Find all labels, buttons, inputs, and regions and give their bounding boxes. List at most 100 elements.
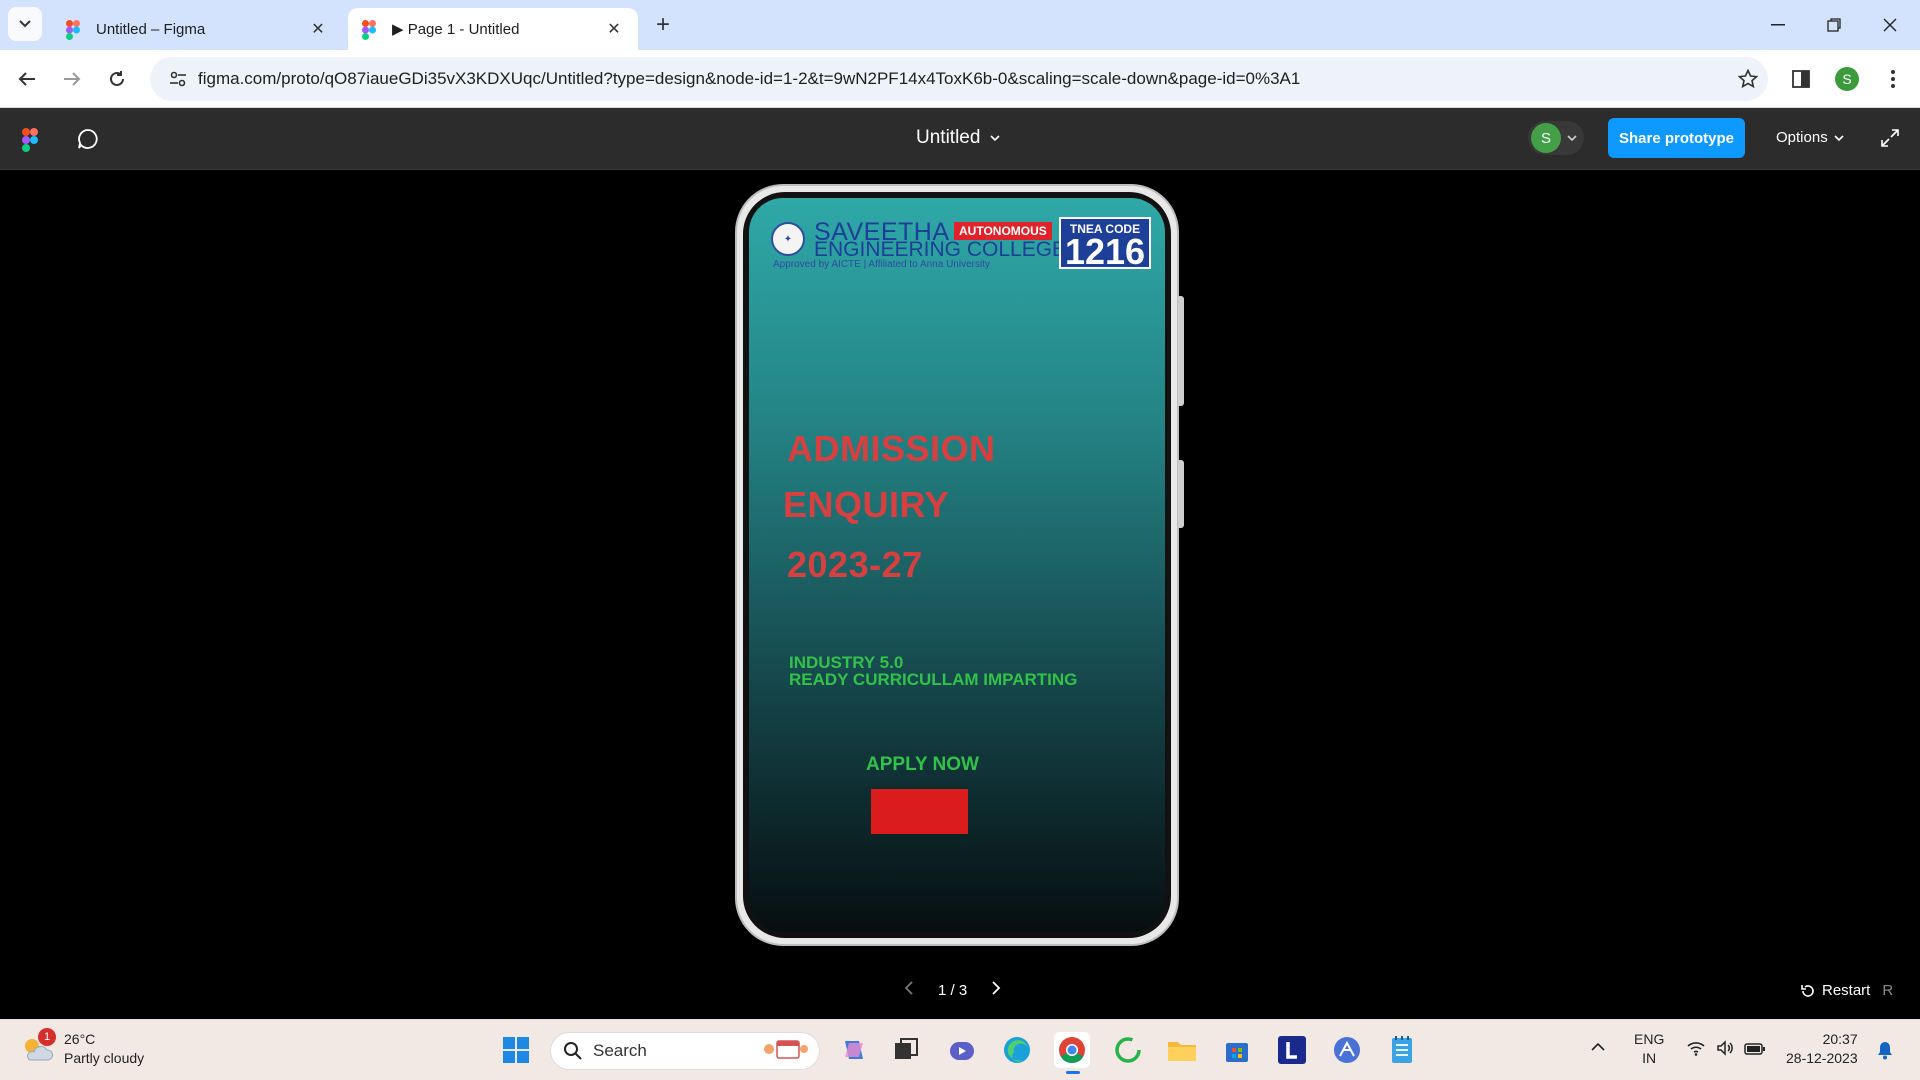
- figma-favicon-icon: [362, 20, 378, 40]
- prototype-frame[interactable]: ✦ SAVEETHA AUTONOMOUS ENGINEERING COLLEG…: [749, 198, 1165, 932]
- partly-cloudy-icon: 1: [20, 1028, 56, 1064]
- chevron-up-icon: [1591, 1042, 1605, 1051]
- input-language-indicator[interactable]: ENG IN: [1634, 1030, 1664, 1068]
- restore-icon: [1827, 18, 1841, 32]
- apply-now-button[interactable]: [871, 789, 968, 834]
- arrow-right-icon: [64, 72, 81, 86]
- chrome-browser-icon[interactable]: [1054, 1032, 1090, 1074]
- wifi-icon: [1687, 1042, 1705, 1056]
- microsoft-store-icon[interactable]: [1219, 1032, 1255, 1068]
- forward-button[interactable]: [55, 62, 89, 96]
- url-text[interactable]: figma.com/proto/qO87iaueGDi35vX3KDXUqc/U…: [198, 69, 1728, 89]
- more-vertical-icon: [1891, 70, 1895, 88]
- chevron-down-icon: [19, 20, 31, 28]
- search-placeholder: Search: [593, 1041, 647, 1060]
- system-tray-status[interactable]: [1686, 1040, 1766, 1056]
- headline-admission: ADMISSION: [787, 428, 996, 469]
- task-view-icon[interactable]: [888, 1032, 924, 1068]
- arrow-left-icon: [18, 72, 35, 86]
- previous-frame-button[interactable]: [904, 980, 914, 1000]
- prototype-page-nav: 1 / 3: [904, 980, 1001, 1000]
- reload-button[interactable]: [100, 62, 134, 96]
- weather-widget[interactable]: 1 26°C Partly cloudy: [20, 1028, 145, 1068]
- chevron-down-icon: [1567, 135, 1577, 141]
- tab-search-button[interactable]: [8, 7, 42, 41]
- back-button[interactable]: [10, 62, 44, 96]
- phone-side-button: [1178, 460, 1184, 528]
- next-frame-button[interactable]: [991, 980, 1001, 1000]
- windows-taskbar: 1 26°C Partly cloudy Search ENG IN 20:37…: [0, 1019, 1920, 1080]
- vpn-app-icon[interactable]: [1329, 1032, 1365, 1068]
- clock-time: 20:37: [1822, 1031, 1858, 1047]
- file-title-menu[interactable]: Untitled: [916, 127, 1000, 149]
- volume-icon: [1717, 1040, 1733, 1056]
- options-menu[interactable]: Options: [1776, 129, 1844, 146]
- site-settings-icon[interactable]: [158, 71, 198, 87]
- tagline-curriculum: READY CURRICULLAM IMPARTING: [789, 670, 1078, 689]
- battery-icon: [1744, 1043, 1765, 1055]
- side-panel-button[interactable]: [1784, 62, 1818, 96]
- phone-side-button: [1178, 296, 1184, 406]
- temperature: 26°C: [64, 1031, 96, 1047]
- l-app-icon[interactable]: [1274, 1032, 1310, 1068]
- clock[interactable]: 20:37 28-12-2023: [1786, 1030, 1858, 1068]
- multiplayer-avatar-menu[interactable]: S: [1528, 121, 1584, 155]
- headline-enquiry: ENQUIRY: [783, 484, 950, 525]
- close-window-button[interactable]: [1862, 0, 1918, 50]
- share-prototype-button[interactable]: Share prototype: [1608, 118, 1745, 158]
- show-hidden-icons-button[interactable]: [1591, 1038, 1605, 1057]
- copilot-icon[interactable]: [836, 1032, 872, 1068]
- bell-icon: [1878, 1042, 1892, 1060]
- notification-badge: 1: [38, 1028, 56, 1046]
- tab-title: Untitled – Figma: [96, 20, 206, 38]
- options-label: Options: [1776, 129, 1828, 146]
- close-icon: [1883, 18, 1897, 32]
- chevron-down-icon: [990, 135, 1000, 141]
- chevron-right-icon: [992, 981, 1001, 995]
- taskbar-search[interactable]: Search: [550, 1032, 820, 1070]
- close-icon[interactable]: ✕: [308, 19, 328, 39]
- teams-meet-icon[interactable]: [944, 1032, 980, 1068]
- edge-browser-icon[interactable]: [999, 1032, 1035, 1068]
- start-button[interactable]: [498, 1032, 534, 1068]
- figma-favicon-icon: [66, 20, 82, 40]
- new-tab-button[interactable]: +: [650, 11, 676, 38]
- tab-page-1-untitled[interactable]: ▶ Page 1 - Untitled ✕: [348, 8, 638, 50]
- comment-icon[interactable]: [76, 127, 100, 156]
- chevron-left-icon: [904, 981, 913, 995]
- restart-icon: [1801, 984, 1814, 997]
- file-explorer-icon[interactable]: [1164, 1032, 1200, 1068]
- bookmark-star-icon[interactable]: [1728, 69, 1768, 89]
- figma-prototype-header: Untitled S Share prototype Options: [0, 108, 1920, 170]
- minimize-button[interactable]: [1750, 0, 1806, 50]
- calendar-highlight-icon: [761, 1036, 809, 1067]
- tab-untitled-figma[interactable]: Untitled – Figma ✕: [52, 8, 342, 50]
- clock-date: 28-12-2023: [1786, 1050, 1858, 1066]
- browser-tab-strip: Untitled – Figma ✕ ▶ Page 1 - Untitled ✕…: [0, 0, 1920, 50]
- notepad-icon[interactable]: [1384, 1032, 1420, 1068]
- region-code: IN: [1642, 1050, 1657, 1066]
- restart-button[interactable]: Restart R: [1800, 982, 1893, 999]
- tagline-industry: INDUSTRY 5.0: [789, 653, 904, 672]
- close-icon[interactable]: ✕: [604, 19, 624, 39]
- notifications-button[interactable]: [1876, 1040, 1894, 1065]
- college-crest-icon: ✦: [771, 222, 805, 256]
- sync-app-icon[interactable]: [1110, 1032, 1146, 1068]
- apply-now-label[interactable]: APPLY NOW: [866, 754, 979, 776]
- windows-logo-icon: [503, 1037, 529, 1063]
- approval-text: Approved by AICTE | Affiliated to Anna U…: [773, 259, 990, 270]
- browser-profile-avatar[interactable]: S: [1835, 67, 1859, 91]
- tnea-code-badge: TNEA CODE 1216: [1059, 217, 1151, 270]
- file-title: Untitled: [916, 127, 981, 148]
- fullscreen-icon[interactable]: [1880, 128, 1900, 153]
- restore-button[interactable]: [1806, 0, 1862, 50]
- page-indicator: 1 / 3: [938, 981, 968, 999]
- restart-shortcut: R: [1882, 982, 1894, 999]
- browser-menu-button[interactable]: [1876, 62, 1910, 96]
- address-bar[interactable]: figma.com/proto/qO87iaueGDi35vX3KDXUqc/U…: [150, 57, 1768, 101]
- chevron-down-icon: [1834, 134, 1844, 141]
- weather-condition: Partly cloudy: [64, 1050, 145, 1066]
- language-code: ENG: [1634, 1031, 1665, 1047]
- restart-label: Restart: [1822, 982, 1871, 999]
- figma-logo-icon[interactable]: [22, 128, 38, 152]
